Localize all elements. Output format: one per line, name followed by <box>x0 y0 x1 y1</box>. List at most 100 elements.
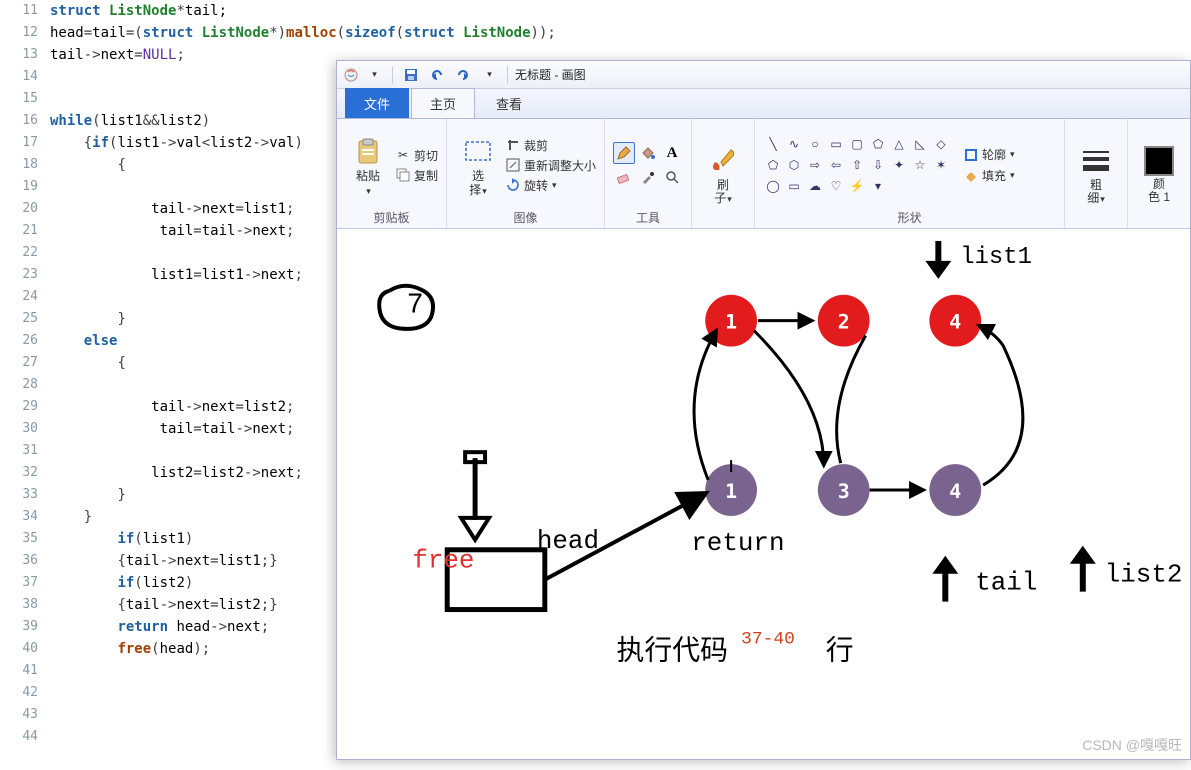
line-number: 17 <box>0 132 50 154</box>
code-text[interactable]: {tail->next=list2;} <box>50 594 278 616</box>
titlebar[interactable]: ▾ ▾ 无标题 - 画图 <box>337 61 1190 89</box>
line-number: 41 <box>0 660 50 682</box>
brush-button[interactable]: 刷 子▾ <box>700 142 746 205</box>
line-number: 19 <box>0 176 50 198</box>
code-text[interactable]: list2=list2->next; <box>50 462 303 484</box>
copy-button[interactable]: 复制 <box>395 167 438 184</box>
code-text[interactable]: tail=tail->next; <box>50 418 294 440</box>
code-text[interactable]: if(list2) <box>50 572 193 594</box>
shape-callout-rect[interactable]: ▭ <box>784 176 804 196</box>
shape-hexagon[interactable]: ⬡ <box>784 155 804 175</box>
shape-uarrow[interactable]: ⇧ <box>847 155 867 175</box>
code-text[interactable]: return head->next; <box>50 616 269 638</box>
shape-gallery[interactable]: ╲ ∿ ○ ▭ ▢ ⬠ △ ◺ ◇ ⬠ ⬡ ⇨ ⇦ ⇧ ⇩ ✦ ☆ <box>763 134 951 196</box>
shape-callout-round[interactable]: ◯ <box>763 176 783 196</box>
line-number: 35 <box>0 528 50 550</box>
color1-button[interactable]: 颜 色 1 <box>1136 143 1182 204</box>
redo-button[interactable] <box>452 64 474 86</box>
code-text[interactable]: {tail->next=list1;} <box>50 550 278 572</box>
shape-polygon[interactable]: ⬠ <box>868 134 888 154</box>
tail-pointer: tail <box>932 556 1037 602</box>
shape-outline[interactable]: 轮廓 ▾ <box>963 146 1015 163</box>
code-text[interactable]: { <box>50 154 126 176</box>
resize-button[interactable]: 重新调整大小 <box>505 157 596 174</box>
code-text[interactable]: free(head); <box>50 638 210 660</box>
shape-curve[interactable]: ∿ <box>784 134 804 154</box>
text-tool[interactable]: A <box>661 142 683 164</box>
customize-qat[interactable]: ▾ <box>478 64 500 86</box>
line-number: 39 <box>0 616 50 638</box>
svg-text:list1: list1 <box>960 244 1032 271</box>
code-text[interactable]: struct ListNode*tail; <box>50 0 227 22</box>
size-button[interactable]: 粗 细▾ <box>1073 142 1119 205</box>
shape-star6[interactable]: ✶ <box>931 155 951 175</box>
code-text[interactable]: tail->next=NULL; <box>50 44 185 66</box>
paint-canvas[interactable]: 7 list1 1 2 4 1 3 4 <box>337 231 1190 759</box>
shape-diamond[interactable]: ◇ <box>931 134 951 154</box>
code-text[interactable]: while(list1&&list2) <box>50 110 210 132</box>
shape-rect[interactable]: ▭ <box>826 134 846 154</box>
code-text[interactable]: tail->next=list1; <box>50 198 294 220</box>
code-text[interactable]: } <box>50 308 126 330</box>
shape-rtriangle[interactable]: ◺ <box>910 134 930 154</box>
paste-button[interactable]: 粘贴▾ <box>345 133 391 196</box>
tab-file[interactable]: 文件 <box>345 88 409 118</box>
copy-icon <box>395 167 411 183</box>
cut-button[interactable]: ✂剪切 <box>395 147 438 164</box>
code-line: 11struct ListNode*tail; <box>0 0 1191 22</box>
scissors-icon: ✂ <box>395 147 411 163</box>
code-text[interactable]: if(list1) <box>50 528 193 550</box>
svg-text:行: 行 <box>826 634 854 666</box>
undo-button[interactable] <box>426 64 448 86</box>
app-icon <box>343 67 359 83</box>
line-number: 44 <box>0 726 50 748</box>
line-number: 31 <box>0 440 50 462</box>
line-number: 13 <box>0 44 50 66</box>
rotate-button[interactable]: 旋转 ▾ <box>505 177 596 194</box>
shape-heart[interactable]: ♡ <box>826 176 846 196</box>
shape-triangle[interactable]: △ <box>889 134 909 154</box>
code-text[interactable]: list1=list1->next; <box>50 264 303 286</box>
shape-rarrow[interactable]: ⇨ <box>805 155 825 175</box>
shape-pentagon[interactable]: ⬠ <box>763 155 783 175</box>
magnifier-tool[interactable] <box>661 166 683 188</box>
eraser-tool[interactable] <box>613 166 635 188</box>
shape-roundrect[interactable]: ▢ <box>847 134 867 154</box>
code-text[interactable]: {if(list1->val<list2->val) <box>50 132 303 154</box>
tab-view[interactable]: 查看 <box>477 88 541 118</box>
shape-line[interactable]: ╲ <box>763 134 783 154</box>
line-number: 40 <box>0 638 50 660</box>
code-text[interactable]: { <box>50 352 126 374</box>
code-text[interactable]: tail=tail->next; <box>50 220 294 242</box>
svg-text:head: head <box>537 526 599 556</box>
pencil-tool[interactable] <box>613 142 635 164</box>
code-text[interactable]: } <box>50 506 92 528</box>
red-nodes: 1 2 4 <box>705 295 981 347</box>
code-text[interactable]: head=tail=(struct ListNode*)malloc(sizeo… <box>50 22 556 44</box>
shape-oval[interactable]: ○ <box>805 134 825 154</box>
shape-star4[interactable]: ✦ <box>889 155 909 175</box>
shape-callout-cloud[interactable]: ☁ <box>805 176 825 196</box>
code-text[interactable]: } <box>50 484 126 506</box>
shape-darrow[interactable]: ⇩ <box>868 155 888 175</box>
code-text[interactable]: else <box>50 330 117 352</box>
save-button[interactable] <box>400 64 422 86</box>
select-button[interactable]: 选 择▾ <box>455 133 501 196</box>
shape-star5[interactable]: ☆ <box>910 155 930 175</box>
line-number: 25 <box>0 308 50 330</box>
qat-dropdown[interactable]: ▾ <box>363 64 385 86</box>
picker-tool[interactable] <box>637 166 659 188</box>
shape-more[interactable]: ▾ <box>868 176 888 196</box>
line-number: 23 <box>0 264 50 286</box>
shape-larrow[interactable]: ⇦ <box>826 155 846 175</box>
line-number: 42 <box>0 682 50 704</box>
svg-text:4: 4 <box>949 480 961 503</box>
fill-tool[interactable] <box>637 142 659 164</box>
shape-lightning[interactable]: ⚡ <box>847 176 867 196</box>
crop-button[interactable]: 裁剪 <box>505 137 596 154</box>
line-number: 33 <box>0 484 50 506</box>
shape-fill[interactable]: 填充 ▾ <box>963 167 1015 184</box>
tab-home[interactable]: 主页 <box>411 88 475 118</box>
code-text[interactable]: tail->next=list2; <box>50 396 294 418</box>
list2-pointer: list2 <box>1070 546 1183 592</box>
